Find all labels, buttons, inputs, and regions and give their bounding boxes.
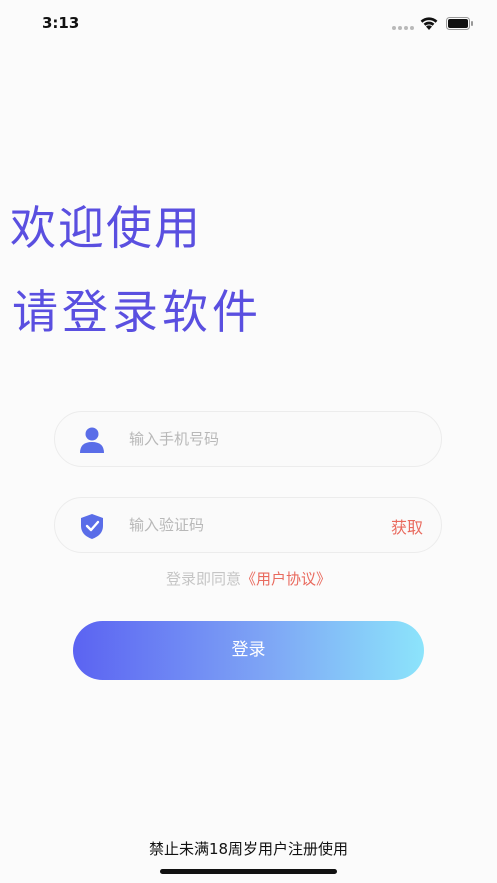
shield-check-icon <box>81 514 103 539</box>
agreement-text: 登录即同意 <box>165 570 241 588</box>
login-subtitle: 请登录软件 <box>12 285 262 339</box>
home-indicator <box>160 869 337 874</box>
status-bar: 3:13 <box>0 0 497 48</box>
phone-input[interactable] <box>129 422 359 456</box>
get-code-button[interactable]: 获取 <box>391 514 423 538</box>
agreement-line: 登录即同意《用户协议》 <box>0 568 497 589</box>
code-input-row[interactable]: 获取 <box>54 497 442 553</box>
age-notice: 禁止未满18周岁用户注册使用 <box>148 840 349 858</box>
welcome-title: 欢迎使用 <box>10 201 202 255</box>
battery-icon <box>446 17 473 30</box>
login-button[interactable]: 登录 <box>73 621 424 680</box>
wifi-icon <box>420 17 438 30</box>
status-time: 3:13 <box>42 14 80 32</box>
verification-code-input[interactable] <box>129 508 359 542</box>
cellular-signal-icon <box>392 26 414 30</box>
user-icon <box>80 427 104 453</box>
phone-input-row[interactable] <box>54 411 442 467</box>
user-agreement-link[interactable]: 《用户协议》 <box>241 570 331 588</box>
